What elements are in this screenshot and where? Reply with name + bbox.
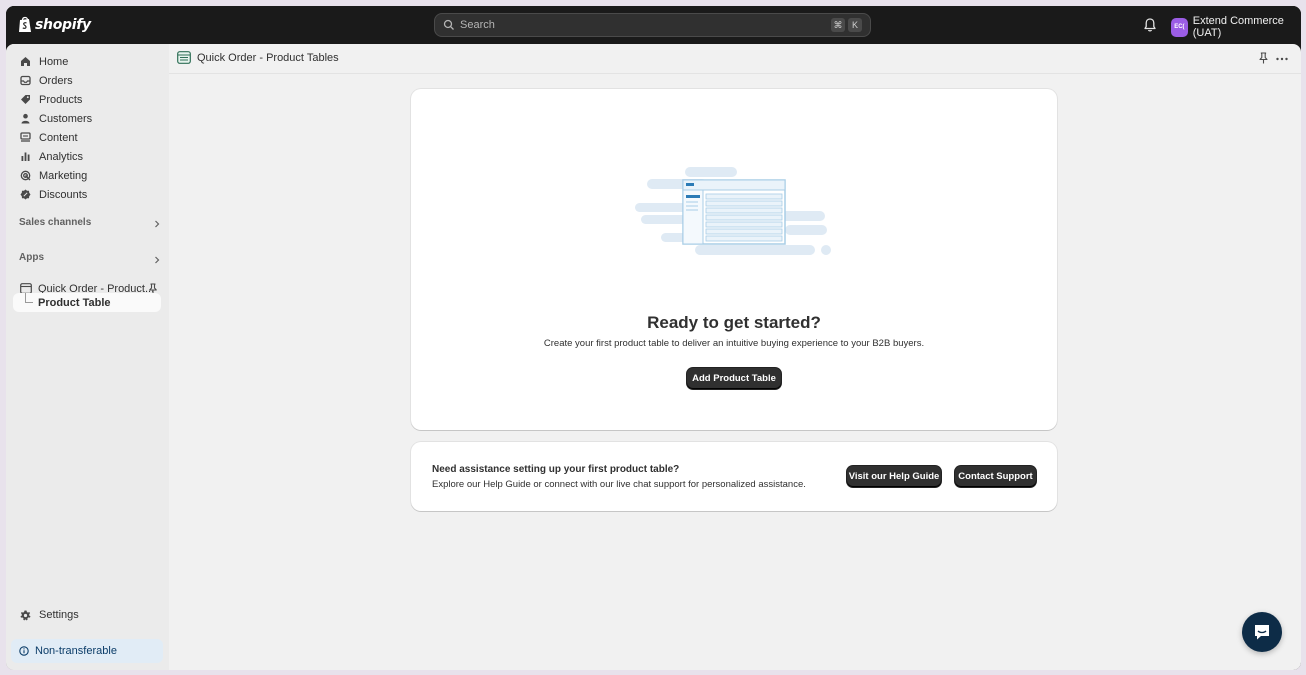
orders-icon [20, 75, 31, 86]
top-bar: shopify Search ⌘ K EC( Extend Commerce (… [6, 6, 1301, 44]
search-input[interactable]: Search ⌘ K [434, 13, 871, 37]
apps-header[interactable]: Apps [19, 252, 161, 264]
empty-table-illustration [635, 167, 831, 255]
sales-channels-header[interactable]: Sales channels [19, 217, 161, 228]
person-icon [21, 113, 30, 124]
sidebar-item-label: Discounts [39, 188, 88, 201]
contact-support-button[interactable]: Contact Support [955, 466, 1036, 487]
sidebar-subitem-product-table[interactable]: Product Table [13, 293, 161, 312]
empty-state-description: Create your first product table to deliv… [543, 338, 925, 349]
sidebar-item-home[interactable]: Home [12, 52, 162, 71]
chart-icon [21, 152, 30, 161]
app-icon [177, 51, 191, 64]
sidebar-item-label: Orders [39, 74, 73, 87]
help-heading: Need assistance setting up your first pr… [432, 464, 680, 475]
page-header: Quick Order - Product Tables [169, 44, 1301, 74]
sidebar-item-customers[interactable]: Customers [12, 109, 162, 128]
admin-shell: Home Orders Products Customers Content A… [6, 44, 1301, 670]
sidebar-item-label: Analytics [39, 150, 84, 163]
main-content: Quick Order - Product Tables Ready to ge… [169, 44, 1301, 670]
search-shortcut: ⌘ K [831, 18, 862, 32]
sidebar: Home Orders Products Customers Content A… [6, 44, 169, 670]
sales-channels-label: Sales channels [19, 217, 92, 228]
sidebar-item-label: Customers [39, 112, 93, 125]
settings-label: Settings [39, 609, 79, 621]
sidebar-item-label: Home [39, 55, 69, 68]
page-title: Quick Order - Product Tables [177, 51, 339, 64]
sidebar-item-label: Marketing [39, 169, 88, 182]
chevron-right-icon [155, 220, 160, 228]
sidebar-item-analytics[interactable]: Analytics [12, 147, 162, 166]
help-description: Explore our Help Guide or connect with o… [432, 479, 806, 490]
sidebar-item-label: Content [39, 131, 78, 144]
sidebar-item-orders[interactable]: Orders [12, 71, 162, 90]
store-name: Extend Commerce (UAT) [1192, 15, 1284, 39]
gear-icon [20, 610, 31, 620]
sidebar-item-products[interactable]: Products [12, 90, 162, 109]
content-icon [20, 132, 31, 142]
help-card: Need assistance setting up your first pr… [411, 442, 1057, 511]
empty-state-card: Ready to get started? Create your first … [411, 89, 1057, 430]
tag-icon [21, 95, 30, 104]
non-transferable-label: Non-transferable [35, 645, 117, 657]
sidebar-item-marketing[interactable]: Marketing [12, 166, 162, 185]
k-key: K [848, 18, 862, 32]
store-avatar: EC( [1171, 17, 1188, 37]
sidebar-item-label: Products [39, 93, 83, 106]
search-placeholder: Search [460, 19, 495, 31]
add-product-table-button[interactable]: Add Product Table [687, 368, 781, 389]
sidebar-item-content[interactable]: Content [12, 128, 162, 147]
sidebar-nav: Home Orders Products Customers Content A… [12, 52, 162, 204]
empty-state-heading: Ready to get started? [647, 313, 821, 332]
tree-connector [25, 293, 33, 303]
discount-icon [20, 189, 31, 200]
pin-icon[interactable] [1258, 52, 1269, 64]
page-title-text: Quick Order - Product Tables [197, 51, 339, 64]
help-guide-button[interactable]: Visit our Help Guide [847, 466, 941, 487]
bell-icon[interactable] [1143, 17, 1157, 33]
logo-wordmark: shopify [35, 16, 91, 33]
store-menu[interactable]: EC( Extend Commerce (UAT) [1171, 15, 1301, 39]
non-transferable-banner[interactable]: Non-transferable [11, 639, 163, 663]
app-window: shopify Search ⌘ K EC( Extend Commerce (… [6, 6, 1301, 670]
more-horizontal-icon[interactable] [1276, 57, 1288, 61]
sidebar-subitem-label: Product Table [38, 296, 111, 309]
chat-launcher-button[interactable] [1242, 612, 1282, 652]
apps-label: Apps [19, 252, 44, 263]
chevron-right-icon [155, 256, 160, 264]
sidebar-item-settings[interactable]: Settings [20, 609, 79, 621]
target-icon [20, 170, 31, 181]
shopify-bag-icon [19, 16, 31, 32]
sidebar-item-discounts[interactable]: Discounts [12, 185, 162, 204]
info-icon [19, 646, 29, 656]
command-key: ⌘ [831, 18, 845, 32]
search-icon [443, 19, 454, 30]
home-icon [21, 57, 30, 66]
shopify-logo[interactable]: shopify [18, 16, 91, 33]
chat-bubble-icon [1255, 625, 1269, 640]
